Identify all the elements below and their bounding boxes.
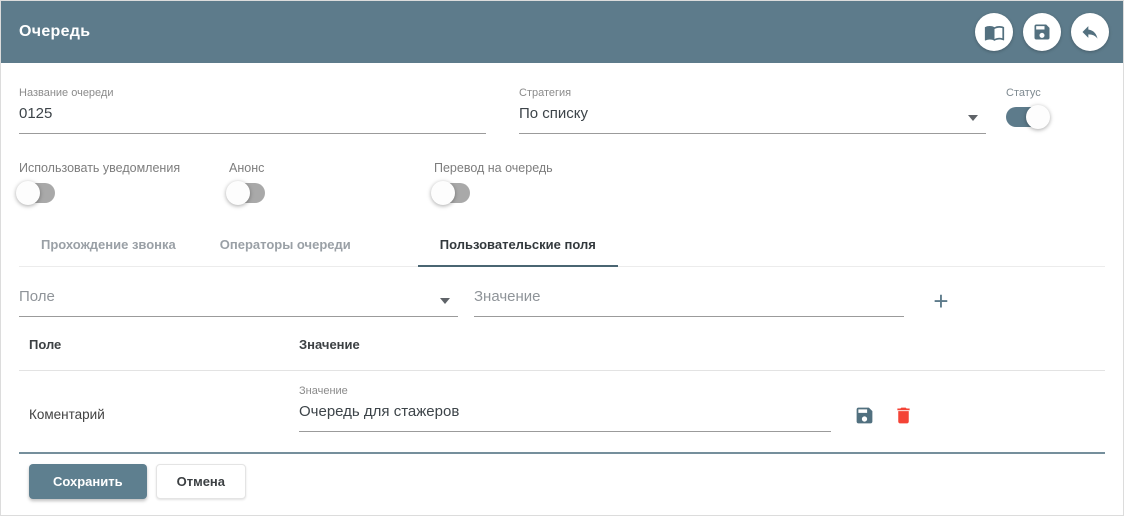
value-input-placeholder: Значение <box>474 288 541 305</box>
transfer-toggle-group: Перевод на очередь <box>431 161 553 205</box>
cancel-button[interactable]: Отмена <box>155 464 247 499</box>
announce-toggle-group: Анонс <box>226 161 434 205</box>
save-form-button[interactable]: Сохранить <box>29 464 147 499</box>
page-title: Очередь <box>19 23 91 40</box>
dropdown-arrow-icon <box>968 115 978 121</box>
status-toggle[interactable] <box>1006 105 1050 129</box>
transfer-toggle-label: Перевод на очередь <box>434 161 553 175</box>
form-content: Название очереди 0125 Стратегия По списк… <box>1 87 1123 499</box>
strategy-label: Стратегия <box>519 87 572 99</box>
table-header-row: Поле Значение <box>19 319 1105 371</box>
transfer-toggle[interactable] <box>431 181 470 205</box>
strategy-value: По списку <box>519 105 589 122</box>
row-value-cell: Значение Очередь для стажеров <box>299 385 831 432</box>
add-custom-field-row: Поле Значение + <box>19 286 1105 318</box>
toggle-thumb <box>1026 105 1050 129</box>
queue-name-field[interactable]: Название очереди 0125 <box>19 87 486 134</box>
announce-toggle-label: Анонс <box>229 161 265 175</box>
toggle-thumb <box>431 181 455 205</box>
add-field-button[interactable]: + <box>924 284 958 318</box>
field-select-placeholder: Поле <box>19 288 55 305</box>
row-value-text: Очередь для стажеров <box>299 403 460 420</box>
row-delete-button[interactable] <box>893 405 914 427</box>
row-value-label: Значение <box>299 385 348 397</box>
strategy-select[interactable]: Стратегия По списку <box>519 87 986 134</box>
tab-custom-fields[interactable]: Пользовательские поля <box>417 222 618 267</box>
form-actions: Сохранить Отмена <box>19 464 1105 499</box>
table-row: Коментарий Значение Очередь для стажеров <box>19 371 1105 452</box>
notifications-toggle[interactable] <box>16 181 55 205</box>
row-field-name: Коментарий <box>29 407 105 422</box>
save-icon <box>1032 22 1052 42</box>
status-block: Статус <box>1006 87 1050 134</box>
divider <box>19 452 1105 454</box>
dropdown-arrow-icon <box>440 298 450 304</box>
queue-name-value: 0125 <box>19 105 53 122</box>
save-icon <box>854 407 875 429</box>
column-header-field: Поле <box>29 337 62 352</box>
column-header-value: Значение <box>299 337 360 352</box>
top-field-row: Название очереди 0125 Стратегия По списк… <box>19 87 1105 134</box>
row-save-button[interactable] <box>854 405 875 427</box>
notifications-toggle-label: Использовать уведомления <box>19 161 181 175</box>
toggle-thumb <box>16 181 40 205</box>
header-actions <box>975 13 1109 51</box>
trash-icon <box>893 407 914 429</box>
back-button[interactable] <box>1071 13 1109 51</box>
tab-queue-operators[interactable]: Операторы очереди <box>198 222 373 266</box>
row-actions <box>854 385 914 432</box>
tab-call-flow[interactable]: Прохождение звонка <box>19 222 198 266</box>
book-button[interactable] <box>975 13 1013 51</box>
queue-name-label: Название очереди <box>19 87 114 99</box>
toggle-thumb <box>226 181 250 205</box>
app-header: Очередь <box>1 1 1123 63</box>
field-select[interactable]: Поле <box>19 288 458 317</box>
queue-form-page: Очередь Название очереди 0125 Стратегия … <box>0 0 1124 516</box>
save-header-button[interactable] <box>1023 13 1061 51</box>
undo-icon <box>1080 22 1100 42</box>
announce-toggle[interactable] <box>226 181 265 205</box>
open-book-icon <box>984 22 1005 43</box>
notifications-toggle-group: Использовать уведомления <box>16 161 229 205</box>
row-value-input[interactable]: Значение Очередь для стажеров <box>299 385 831 432</box>
tab-bar: Прохождение звонка Операторы очереди Пол… <box>19 222 1105 267</box>
toggle-row: Использовать уведомления Анонс Перевод н… <box>16 161 1105 205</box>
value-input[interactable]: Значение <box>474 288 904 317</box>
status-label: Статус <box>1006 87 1041 99</box>
custom-fields-table: Поле Значение Коментарий Значение Очеред… <box>19 319 1105 452</box>
